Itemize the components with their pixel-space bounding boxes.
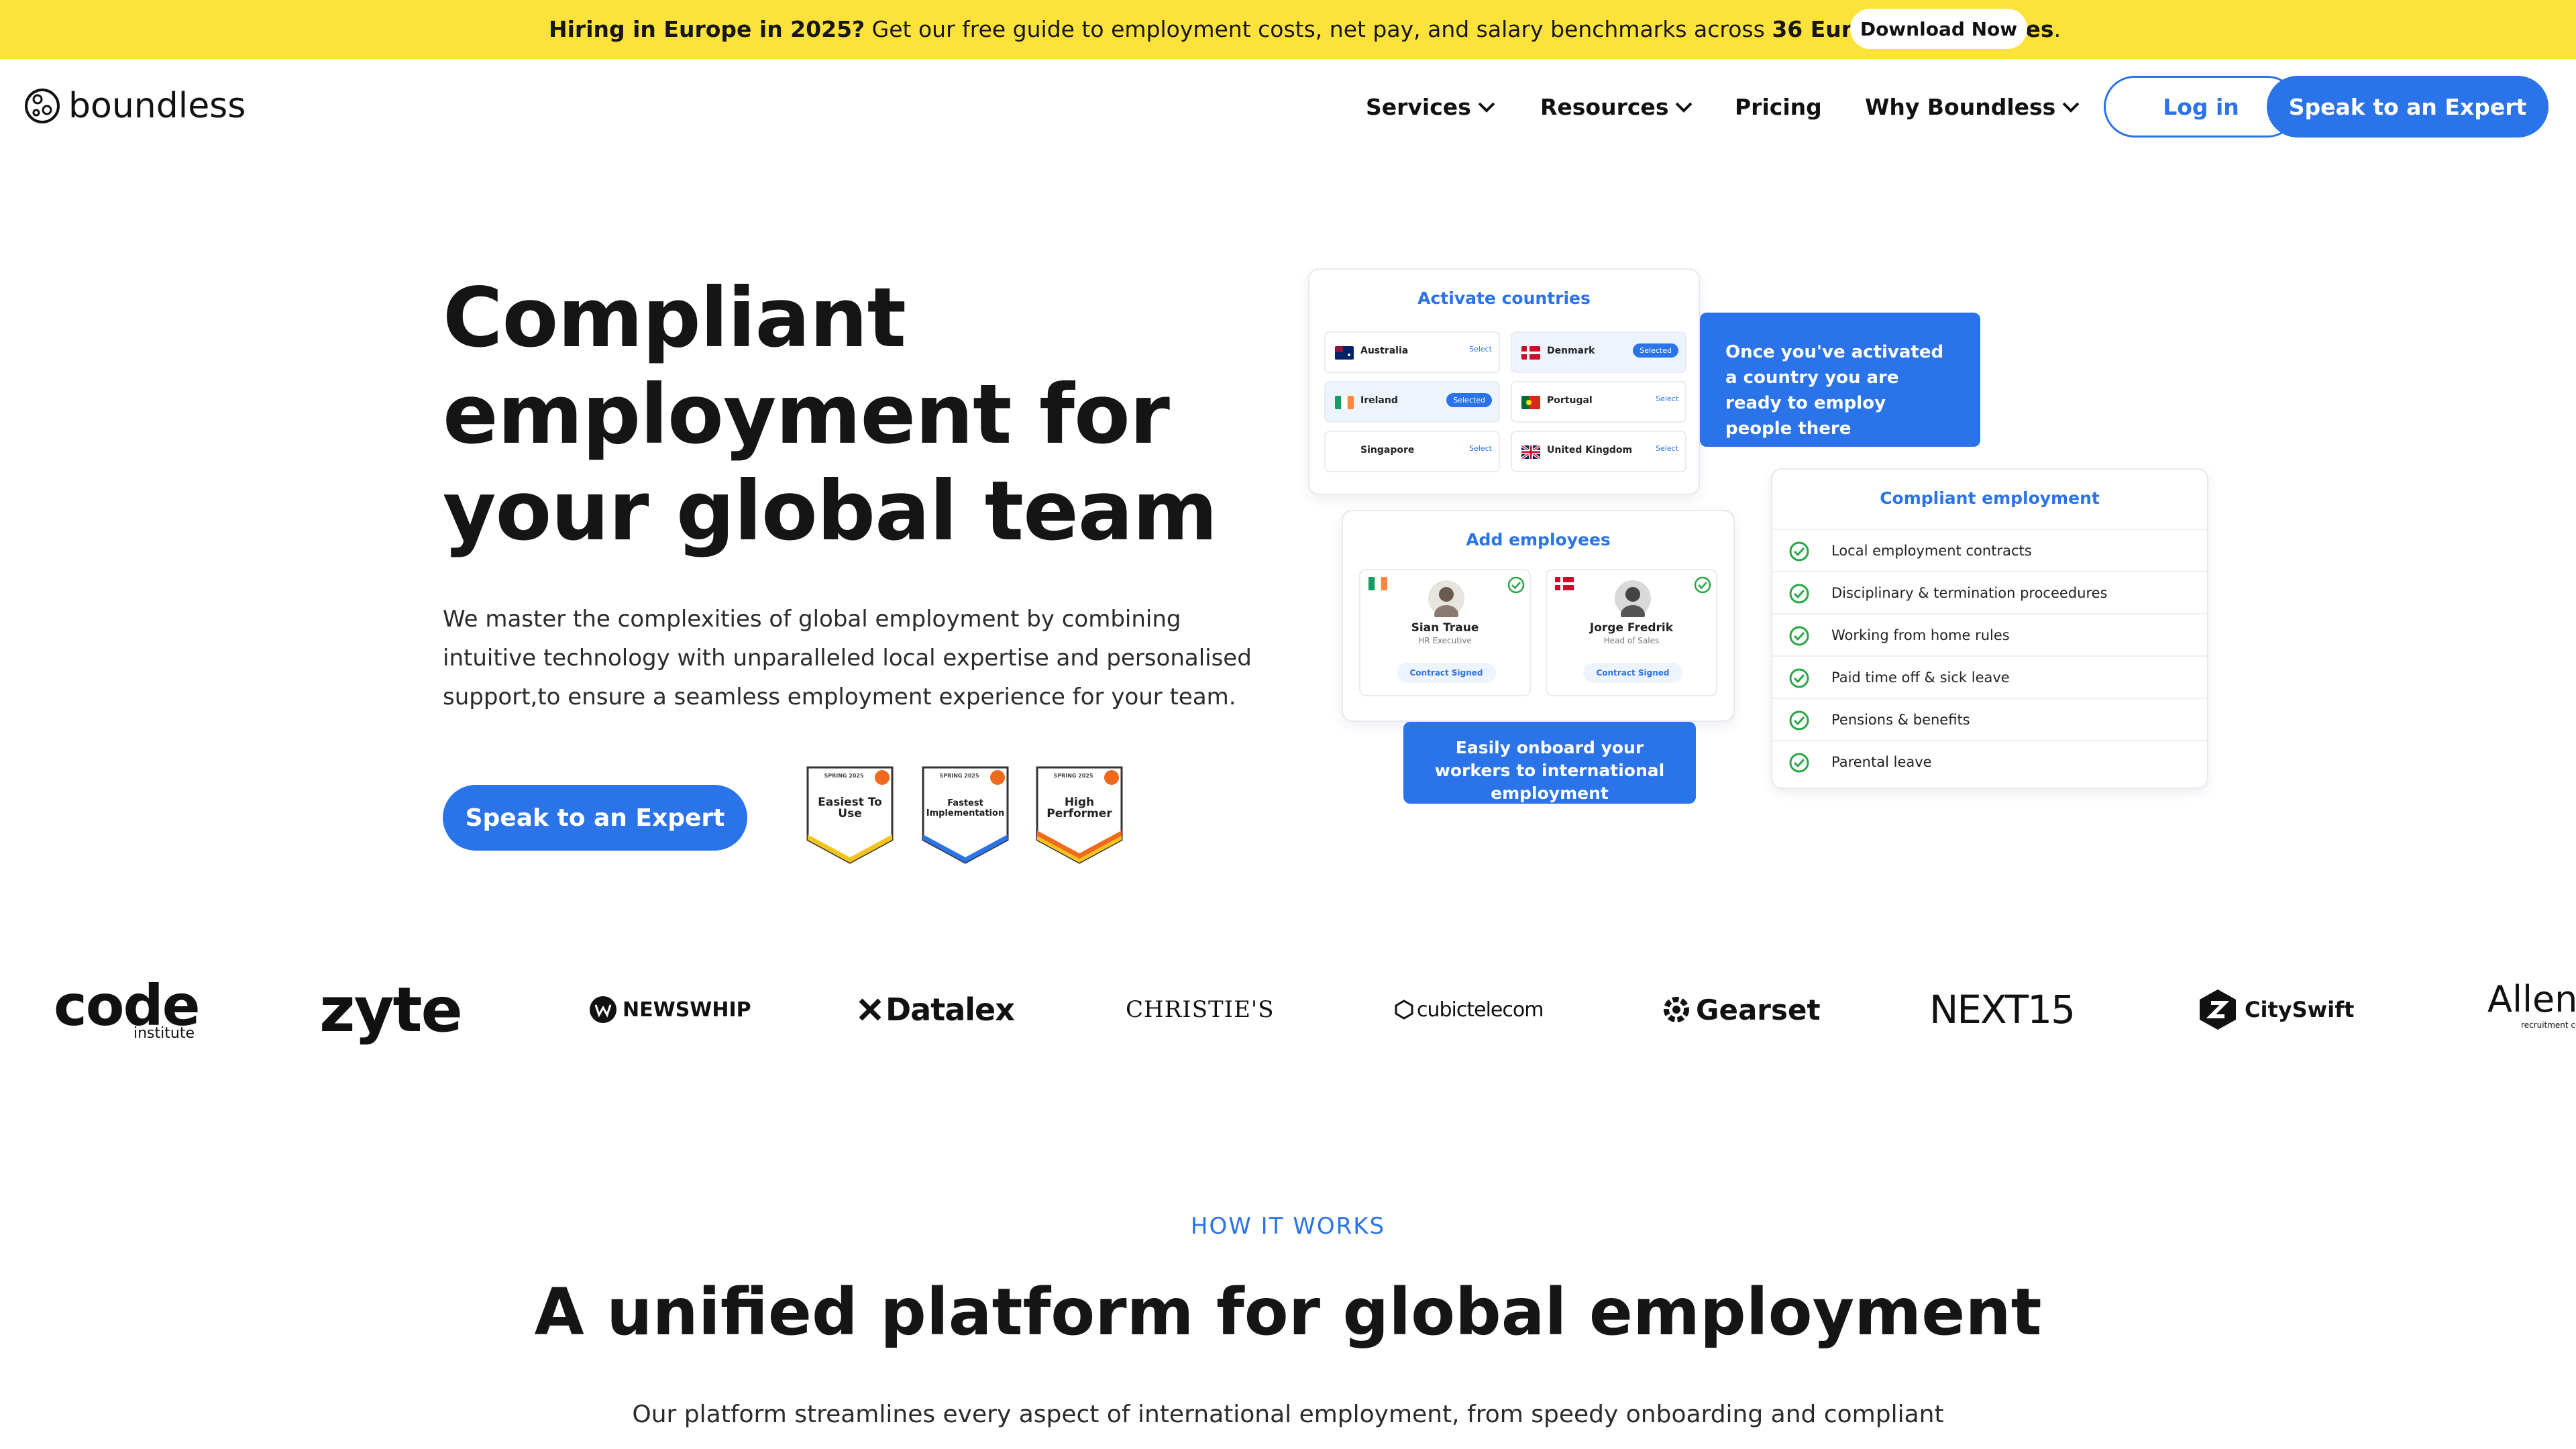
activate-countries-title: Activate countries [1417, 288, 1591, 308]
check-circle-icon [1789, 668, 1809, 688]
country-portugal[interactable]: Portugal Select [1511, 381, 1686, 423]
employee-card-jorge[interactable]: Jorge Fredrik Head of Sales Contract Sig… [1546, 569, 1717, 696]
chevron-down-icon [1676, 102, 1693, 113]
ireland-flag-icon [1368, 577, 1387, 590]
logo-cubic-telecom: cubictelecom [1394, 973, 1544, 1046]
hero-subtitle: We master the complexities of global emp… [443, 606, 1252, 710]
add-employees-card: Add employees Sian Traue HR Executive Co… [1342, 510, 1735, 722]
country-united-kingdom[interactable]: United Kingdom Select [1511, 431, 1686, 472]
country-denmark[interactable]: Denmark Selected [1511, 331, 1686, 373]
nav-pricing[interactable]: Pricing [1735, 94, 1822, 120]
how-it-works-eyebrow: HOW IT WORKS [1190, 1213, 1386, 1240]
compliant-employment-title: Compliant employment [1880, 488, 2100, 508]
compliant-employment-card: Compliant employment Local employment co… [1771, 468, 2208, 789]
check-circle-icon [1507, 576, 1525, 594]
boundless-logo-icon [25, 89, 60, 123]
check-circle-icon [1789, 710, 1809, 731]
hero-title: Compliant employment for your global tea… [443, 270, 1218, 559]
gearset-icon [1664, 997, 1689, 1022]
ireland-flag-icon [1335, 396, 1354, 409]
add-employees-callout: Easily onboard your workers to internati… [1403, 722, 1696, 804]
g2-badge-easiest-to-use: SPRING 2025 Easiest To Use [805, 765, 895, 865]
employee-card-sian[interactable]: Sian Traue HR Executive Contract Signed [1359, 569, 1531, 696]
country-ireland[interactable]: Ireland Selected [1324, 381, 1500, 423]
nav-services[interactable]: Services [1366, 94, 1497, 120]
logo-text: boundless [68, 86, 246, 126]
logo-datalex: Datalex [857, 973, 1015, 1046]
logo-zyte: zyte [319, 973, 463, 1046]
check-circle-icon [1694, 576, 1711, 594]
avatar-sian [1428, 580, 1464, 617]
banner-text: Hiring in Europe in 2025? Get our free g… [549, 16, 2061, 42]
section-title: A unified platform for global employment [534, 1275, 2042, 1350]
speak-to-expert-header-button[interactable]: Speak to an Expert [2267, 76, 2548, 138]
download-now-button[interactable]: Download Now [1850, 9, 2027, 49]
add-employees-title: Add employees [1466, 530, 1611, 549]
logo-gearset: Gearset [1661, 973, 1821, 1046]
logo-newswhip: NEWSWHIP [589, 973, 751, 1046]
portugal-flag-icon [1521, 396, 1540, 409]
logo-allen: Allen recruitment consulting [2487, 978, 2576, 1030]
compliance-item: Local employment contracts [1772, 529, 2207, 571]
compliance-item: Parental leave [1772, 740, 2207, 782]
logo-cityswift: CitySwift [2198, 973, 2354, 1046]
country-singapore[interactable]: Singapore Select [1324, 431, 1500, 472]
check-circle-icon [1789, 753, 1809, 773]
compliance-item: Pensions & benefits [1772, 698, 2207, 740]
compliance-item: Paid time off & sick leave [1772, 655, 2207, 698]
activate-callout: Once you've activated a country you are … [1700, 313, 1980, 447]
nav-why-boundless[interactable]: Why Boundless [1865, 94, 2081, 120]
g2-badge-fastest-implementation: SPRING 2025 Fastest Implementation [920, 765, 1010, 865]
logo-christies: CHRISTIE'S [1126, 996, 1275, 1023]
chevron-down-icon [2062, 102, 2080, 113]
boundless-logo[interactable]: boundless [23, 85, 246, 127]
compliance-item: Working from home rules [1772, 613, 2207, 655]
avatar-jorge [1615, 580, 1651, 617]
section-text: Our platform streamlines every aspect of… [632, 1401, 1944, 1428]
cubic-icon [1395, 1000, 1413, 1020]
denmark-flag-icon [1521, 346, 1540, 360]
denmark-flag-icon [1555, 577, 1574, 590]
check-circle-icon [1789, 541, 1809, 561]
datalex-icon [859, 998, 881, 1021]
promo-banner: Hiring in Europe in 2025? Get our free g… [0, 0, 2576, 59]
logo-code-institute: code institute [54, 973, 201, 1042]
speak-to-expert-hero-button[interactable]: Speak to an Expert [443, 785, 747, 851]
uk-flag-icon [1521, 445, 1540, 459]
g2-badge-high-performer: SPRING 2025 High Performer [1034, 765, 1124, 865]
australia-flag-icon [1335, 346, 1354, 360]
newswhip-icon [590, 996, 616, 1023]
country-australia[interactable]: Australia Select [1324, 331, 1500, 373]
check-circle-icon [1789, 584, 1809, 604]
activate-countries-card: Activate countries Australia Select Denm… [1308, 268, 1700, 495]
nav-resources[interactable]: Resources [1540, 94, 1694, 120]
cityswift-icon [2200, 989, 2236, 1030]
compliance-item: Disciplinary & termination proceedures [1772, 571, 2207, 613]
check-circle-icon [1789, 626, 1809, 646]
chevron-down-icon [1478, 102, 1495, 113]
logo-next15: NEXT15 [1929, 987, 2076, 1032]
